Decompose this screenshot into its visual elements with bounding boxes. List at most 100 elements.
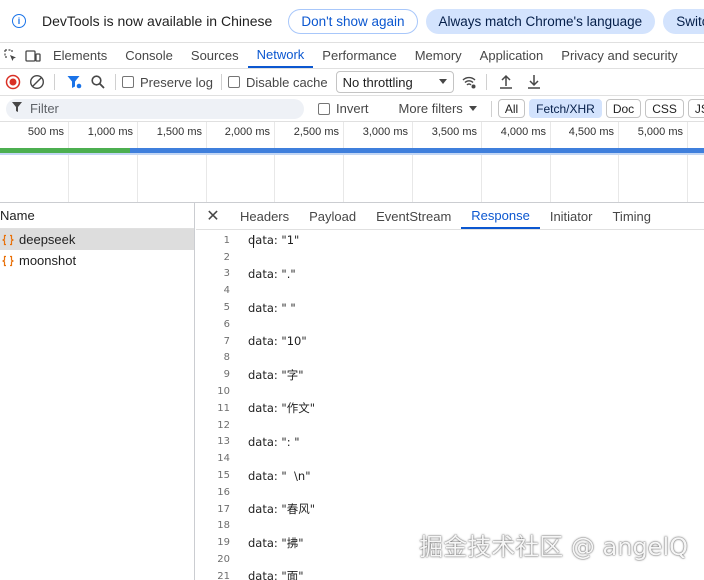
timeline-tick-label: 2,000 ms (224, 126, 270, 138)
toolbar-divider (220, 74, 222, 90)
filter-chip-css[interactable]: CSS (645, 99, 684, 118)
toolbar-divider (54, 74, 55, 90)
line-text: data: "拂" (248, 535, 304, 550)
response-line: 3 data: "." (196, 266, 704, 283)
preserve-log-checkbox[interactable]: Preserve log (122, 75, 213, 90)
line-number: 9 (223, 369, 230, 381)
request-row-deepseek[interactable]: deepseek (0, 229, 194, 250)
line-text: data: "1" (248, 233, 300, 248)
response-line: 2 (196, 249, 704, 266)
line-number: 7 (223, 335, 230, 347)
timeline-gridline (481, 122, 482, 202)
response-line: 9 data: "字" (196, 366, 704, 383)
text-caret (253, 235, 254, 248)
more-filters-label: More filters (398, 101, 463, 116)
tab-console[interactable]: Console (116, 43, 182, 68)
line-number: 10 (217, 386, 230, 398)
response-line: 8 (196, 350, 704, 367)
detail-tab-payload[interactable]: Payload (299, 203, 366, 229)
timeline-tick-label: 4,500 ms (568, 126, 614, 138)
export-har-icon[interactable] (523, 71, 545, 93)
timeline-gridline (412, 122, 413, 202)
filter-funnel-icon[interactable] (63, 71, 85, 93)
response-line: 14 (196, 450, 704, 467)
line-number: 21 (217, 570, 230, 580)
tab-elements[interactable]: Elements (44, 43, 116, 68)
filter-chip-fetchxhr[interactable]: Fetch/XHR (529, 99, 602, 118)
timeline-tick-label: 1,000 ms (87, 126, 133, 138)
invert-checkbox[interactable]: Invert (318, 101, 369, 116)
disable-cache-label: Disable cache (245, 74, 328, 90)
record-icon[interactable] (2, 71, 24, 93)
toolbar-divider (485, 74, 487, 90)
preserve-log-label: Preserve log (140, 74, 213, 90)
response-line: 7 data: "10" (196, 333, 704, 350)
tab-network[interactable]: Network (247, 43, 314, 68)
search-icon[interactable] (87, 71, 109, 93)
disable-cache-checkbox[interactable]: Disable cache (227, 74, 328, 90)
throttling-select[interactable]: No throttling (335, 71, 454, 93)
language-infobar: i DevTools is now available in Chinese D… (0, 0, 704, 42)
tab-performance[interactable]: Performance (313, 43, 405, 68)
line-text: data: "作文" (248, 401, 316, 416)
devtools-tabs: Elements Console Sources Network Performance… (0, 42, 704, 68)
fetch-request-icon (1, 254, 15, 268)
detail-tab-timing[interactable]: Timing (602, 203, 661, 229)
device-toolbar-icon[interactable] (22, 43, 44, 68)
checkbox-box[interactable] (227, 76, 240, 88)
close-icon[interactable]: ✕ (196, 203, 230, 229)
network-conditions-icon[interactable] (458, 71, 480, 93)
line-number: 14 (217, 453, 230, 465)
detail-tabs: ✕ Headers Payload EventStream Response Initi… (196, 203, 704, 230)
checkbox-box[interactable] (318, 102, 330, 115)
line-number: 13 (217, 436, 230, 448)
line-number: 12 (217, 419, 230, 431)
line-text: data: "春风" (248, 502, 316, 517)
tab-memory[interactable]: Memory (406, 43, 471, 68)
timeline-tick-label: 3,000 ms (362, 126, 408, 138)
line-number: 20 (217, 554, 230, 566)
match-language-button[interactable]: Always match Chrome's language (425, 8, 656, 34)
clear-icon[interactable] (26, 71, 48, 93)
line-text: data: "字" (248, 367, 304, 382)
throttling-value: No throttling (342, 74, 413, 90)
detail-tab-initiator[interactable]: Initiator (540, 203, 603, 229)
detail-tab-eventstream[interactable]: EventStream (366, 203, 461, 229)
filter-chip-all[interactable]: All (497, 99, 526, 118)
detail-tab-headers[interactable]: Headers (230, 203, 299, 229)
line-number: 11 (217, 402, 230, 414)
chevron-down-icon (468, 105, 477, 111)
filter-chip-js[interactable]: JS (687, 99, 704, 118)
filter-chip-doc[interactable]: Doc (605, 99, 642, 118)
switch-language-button[interactable]: Switch D (663, 8, 704, 34)
dont-show-again-button[interactable]: Don't show again (288, 8, 418, 34)
detail-tab-response[interactable]: Response (461, 203, 540, 229)
tab-sources[interactable]: Sources (182, 43, 248, 68)
inspect-element-icon[interactable] (0, 43, 22, 68)
fetch-request-icon (1, 233, 15, 247)
response-line: 13 data: ": " (196, 434, 704, 451)
line-number: 8 (223, 352, 230, 364)
line-number: 16 (217, 486, 230, 498)
timeline-gridline (68, 122, 69, 202)
request-row-moonshot[interactable]: moonshot (0, 250, 194, 271)
toolbar-divider (490, 100, 492, 117)
timeline-gridline (618, 122, 619, 202)
overview-download-bar (130, 148, 704, 153)
response-line: 6 (196, 316, 704, 333)
response-line: 11 data: "作文" (196, 400, 704, 417)
timeline-gridline (137, 122, 138, 202)
more-filters-dropdown[interactable]: More filters (399, 101, 477, 116)
filter-bar: Filter Invert More filters All Fetch/XHR D… (0, 96, 704, 121)
checkbox-box[interactable] (122, 76, 134, 88)
tab-privacy-and-security[interactable]: Privacy and security (552, 43, 686, 68)
tab-application[interactable]: Application (471, 43, 553, 68)
line-text: data: " \n" (248, 468, 311, 483)
response-line: 5 data: " " (196, 299, 704, 316)
line-number: 2 (223, 251, 230, 263)
response-line: 15 data: " \n" (196, 467, 704, 484)
network-overview-timeline[interactable]: 500 ms 1,000 ms 1,500 ms 2,000 ms 2,500 ms 3,… (0, 121, 704, 203)
import-har-icon[interactable] (495, 71, 517, 93)
filter-input[interactable]: Filter (6, 98, 304, 119)
name-column-header[interactable]: Name (0, 203, 194, 229)
